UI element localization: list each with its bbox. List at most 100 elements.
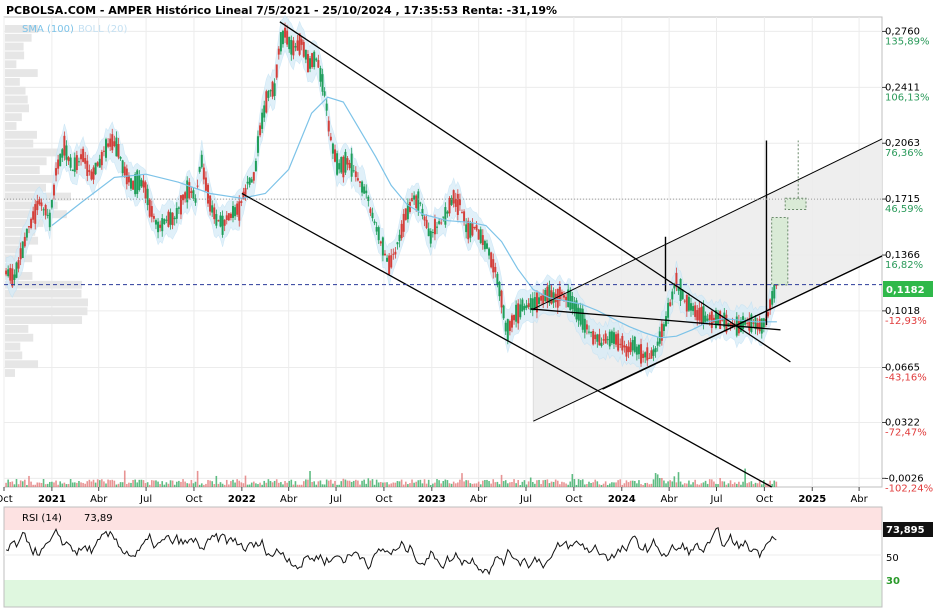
candle-body — [336, 153, 339, 175]
price-tick-pct: 76,36% — [885, 148, 923, 159]
candle-body — [23, 236, 26, 247]
candle-body — [463, 211, 466, 222]
candle-body — [590, 332, 593, 334]
candle-body — [150, 206, 153, 217]
candle-body — [165, 219, 168, 221]
price-tick-pct: 46,59% — [885, 204, 923, 215]
candle-body — [107, 143, 110, 147]
volume-bar — [615, 482, 617, 487]
volume-bar — [7, 479, 9, 487]
volume-bar — [700, 483, 703, 487]
volume-bar — [415, 481, 417, 487]
rsi-overbought-zone — [4, 507, 882, 530]
volume-bar — [138, 479, 141, 487]
candle-body — [84, 158, 87, 164]
candle-body — [96, 162, 99, 166]
candle-body — [429, 230, 432, 244]
volume-bar — [240, 482, 243, 487]
time-tick-label: Oct — [0, 494, 13, 505]
candle-body — [419, 202, 422, 204]
volume-bar — [513, 479, 515, 487]
volume-bar — [488, 481, 490, 487]
candle-body — [304, 49, 307, 60]
rsi-badge-label: 73,895 — [886, 525, 925, 536]
volume-bar — [44, 484, 47, 487]
candle-body — [702, 306, 705, 324]
volume-bar — [500, 474, 503, 487]
volume-bar — [556, 480, 559, 487]
volume-bar — [663, 480, 665, 487]
candle-body — [132, 180, 135, 190]
volume-bar — [598, 484, 601, 487]
candle-body — [538, 297, 541, 305]
volume-bar — [681, 484, 684, 487]
volume-bar — [667, 481, 669, 487]
candle-body — [265, 91, 268, 113]
candle-body — [365, 190, 368, 194]
volume-bar — [103, 481, 105, 487]
candle-body — [471, 223, 474, 236]
candle-body — [163, 219, 166, 224]
candle-body — [748, 318, 751, 331]
candle-body — [423, 216, 426, 221]
candle-body — [59, 153, 62, 167]
volume-bar — [55, 480, 57, 487]
volume-bar — [253, 481, 255, 487]
candle-body — [700, 306, 703, 323]
volume-bar — [380, 482, 382, 487]
candle-body — [354, 171, 357, 178]
volume-bar — [586, 484, 588, 487]
candle-body — [17, 260, 20, 269]
candle-body — [708, 314, 711, 320]
volume-bar — [267, 479, 270, 487]
volume-bar — [173, 484, 176, 487]
candle-body — [498, 282, 501, 297]
candle-body — [67, 157, 70, 162]
volume-bar — [46, 483, 49, 487]
volume-profile-bar — [5, 113, 22, 122]
candle-body — [594, 334, 597, 340]
candle-body — [633, 336, 636, 352]
candle-body — [46, 214, 49, 216]
candle-body — [319, 68, 322, 82]
volume-bar — [121, 482, 124, 487]
time-tick-label: Jul — [139, 494, 152, 505]
volume-bar — [702, 482, 705, 487]
volume-bar — [646, 482, 649, 487]
volume-profile-bar — [5, 122, 17, 130]
volume-bar — [261, 484, 263, 487]
price-tick-pct: -43,16% — [885, 372, 927, 383]
volume-bar — [302, 481, 305, 487]
volume-bar — [531, 482, 534, 487]
volume-bar — [404, 481, 407, 487]
volume-bar — [479, 484, 482, 487]
candle-body — [40, 202, 43, 207]
candle-body — [612, 332, 615, 344]
candle-body — [315, 58, 318, 61]
volume-profile-bar — [5, 316, 83, 324]
volume-bar — [246, 484, 249, 487]
candle-body — [762, 318, 765, 328]
volume-bar — [571, 474, 574, 487]
candle-body — [473, 226, 476, 229]
volume-bar — [438, 480, 440, 487]
volume-bar — [350, 481, 353, 487]
candle-body — [550, 290, 553, 304]
candle-body — [21, 241, 24, 259]
candle-body — [523, 306, 526, 310]
candle-body — [169, 212, 172, 225]
volume-bar — [126, 483, 128, 487]
candle-body — [69, 157, 72, 168]
candle-body — [637, 344, 640, 355]
candle-body — [602, 339, 605, 341]
volume-bar — [134, 479, 136, 487]
candle-body — [161, 218, 164, 232]
volume-bar — [323, 484, 326, 487]
candle-body — [300, 39, 303, 45]
volume-bar — [373, 484, 376, 487]
volume-profile-bar — [5, 298, 89, 307]
volume-bar — [627, 482, 630, 487]
volume-bar — [78, 481, 80, 487]
candle-body — [109, 138, 112, 147]
volume-bar — [377, 482, 380, 487]
